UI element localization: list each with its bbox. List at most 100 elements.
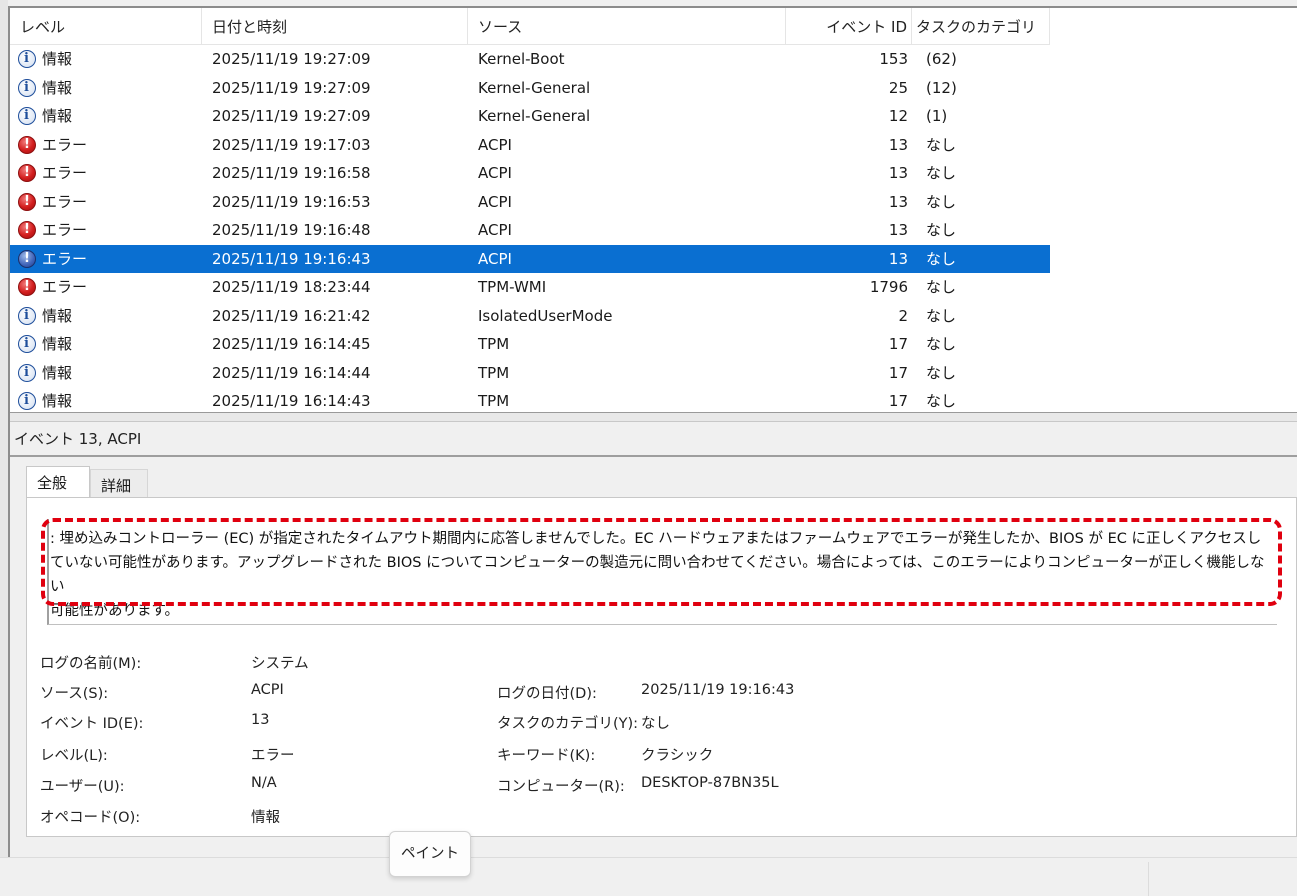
cell-category: なし [926, 335, 957, 353]
cell-level: エラー [42, 221, 88, 239]
cell-source: Kernel-General [478, 107, 591, 125]
cell-level: 情報 [42, 363, 73, 382]
tab-details[interactable]: 詳細 [90, 469, 148, 499]
column-header-event-id[interactable]: イベント ID [786, 8, 912, 44]
event-detail-title: イベント 13, ACPI [14, 430, 142, 448]
cell-datetime: 2025/11/19 19:27:09 [212, 107, 371, 125]
cell-category: なし [926, 192, 957, 211]
cell-datetime: 2025/11/19 18:23:44 [212, 278, 371, 296]
status-bar [0, 857, 1297, 896]
info-icon [18, 78, 36, 97]
error-icon [18, 249, 36, 268]
status-bar-divider [1148, 862, 1149, 896]
cell-category: (62) [926, 50, 957, 68]
info-icon [18, 50, 36, 68]
table-row[interactable]: 情報 2025/11/19 19:27:09 Kernel-General 25 (12… [10, 74, 1050, 103]
table-row[interactable]: エラー 2025/11/19 18:23:44 TPM-WMI 1796 なし [10, 273, 1050, 302]
user-label: ユーザー(U): [40, 779, 125, 795]
cell-datetime: 2025/11/19 19:17:03 [212, 135, 371, 154]
cell-id: 17 [888, 335, 908, 353]
cell-level: エラー [42, 164, 88, 182]
user-value: N/A [251, 775, 277, 791]
cell-source: Kernel-General [478, 78, 591, 97]
table-row[interactable]: エラー 2025/11/19 19:16:43 ACPI 13 なし [10, 244, 1050, 273]
task-category-value: なし [641, 716, 670, 732]
cell-id: 17 [888, 363, 908, 382]
cell-category: なし [926, 135, 957, 154]
cell-level: エラー [42, 278, 88, 296]
window-frame-left [0, 0, 10, 860]
error-icon [18, 221, 36, 239]
cell-level: エラー [42, 192, 88, 211]
event-id-label: イベント ID(E): [40, 716, 144, 732]
source-label: ソース(S): [40, 686, 109, 702]
cell-category: なし [926, 363, 957, 382]
cell-id: 13 [888, 164, 908, 182]
cell-category: なし [926, 221, 957, 239]
computer-value: DESKTOP-87BN35L [641, 775, 779, 791]
tab-general[interactable]: 全般 [26, 466, 90, 498]
cell-datetime: 2025/11/19 19:27:09 [212, 78, 371, 97]
cell-source: TPM-WMI [478, 278, 547, 296]
opcode-label: オペコード(O): [40, 810, 141, 826]
info-icon [18, 392, 36, 410]
column-header-level[interactable]: レベル [10, 8, 202, 44]
table-row[interactable]: エラー 2025/11/19 19:16:58 ACPI 13 なし [10, 159, 1050, 188]
description-line: : 埋め込みコントローラー (EC) が指定されたタイムアウト期間内に応答しませ… [50, 531, 1262, 547]
table-row[interactable]: 情報 2025/11/19 16:21:42 IsolatedUserMode 2 なし [10, 302, 1050, 331]
window-frame-top [8, 0, 1297, 8]
cell-category: なし [926, 249, 957, 268]
table-row[interactable]: エラー 2025/11/19 19:16:48 ACPI 13 なし [10, 216, 1050, 245]
table-row[interactable]: エラー 2025/11/19 19:16:53 ACPI 13 なし [10, 188, 1050, 217]
cell-source: ACPI [478, 221, 512, 239]
cell-id: 13 [888, 192, 908, 211]
cell-datetime: 2025/11/19 16:14:45 [212, 335, 371, 353]
column-header-source[interactable]: ソース [468, 8, 786, 44]
pane-splitter[interactable] [10, 412, 1297, 422]
cell-id: 1796 [869, 278, 908, 296]
log-name-value: システム [251, 656, 309, 672]
error-icon [18, 278, 36, 296]
table-row[interactable]: 情報 2025/11/19 19:27:09 Kernel-Boot 153 (62) [10, 45, 1050, 74]
cell-category: (12) [926, 78, 957, 97]
cell-id: 13 [888, 221, 908, 239]
table-row[interactable]: 情報 2025/11/19 19:27:09 Kernel-General 12 (1) [10, 102, 1050, 131]
cell-id: 13 [888, 249, 908, 268]
table-row[interactable]: 情報 2025/11/19 16:14:43 TPM 17 なし [10, 387, 1050, 412]
table-row[interactable]: 情報 2025/11/19 16:14:45 TPM 17 なし [10, 330, 1050, 359]
cell-datetime: 2025/11/19 19:16:43 [212, 249, 371, 268]
cell-id: 17 [888, 392, 908, 410]
error-icon [18, 164, 36, 182]
error-icon [18, 135, 36, 154]
cell-source: ACPI [478, 135, 512, 154]
cell-id: 2 [898, 306, 908, 325]
cell-level: 情報 [42, 392, 73, 410]
cell-level: 情報 [42, 78, 73, 97]
cell-category: なし [926, 306, 957, 325]
cell-level: エラー [42, 249, 88, 268]
event-id-value: 13 [251, 712, 270, 728]
cell-datetime: 2025/11/19 16:21:42 [212, 306, 371, 325]
info-icon [18, 335, 36, 353]
cell-datetime: 2025/11/19 19:16:53 [212, 192, 371, 211]
info-icon [18, 363, 36, 382]
table-row[interactable]: 情報 2025/11/19 16:14:44 TPM 17 なし [10, 359, 1050, 388]
cell-level: 情報 [42, 306, 73, 325]
event-list-header: レベル 日付と時刻 ソース イベント ID タスクのカテゴリ [10, 8, 1050, 45]
cell-source: TPM [478, 363, 510, 382]
info-icon [18, 306, 36, 325]
column-header-task-category[interactable]: タスクのカテゴリ [912, 8, 1050, 44]
event-description: : 埋め込みコントローラー (EC) が指定されたタイムアウト期間内に応答しませ… [50, 527, 1278, 623]
cell-level: 情報 [42, 50, 73, 68]
log-name-label: ログの名前(M): [40, 656, 142, 672]
source-value: ACPI [251, 682, 284, 698]
cell-datetime: 2025/11/19 16:14:43 [212, 392, 371, 410]
event-list[interactable]: レベル 日付と時刻 ソース イベント ID タスクのカテゴリ 情報 2025/11… [10, 8, 1297, 412]
logged-label: ログの日付(D): [497, 686, 597, 702]
cell-category: なし [926, 392, 957, 410]
task-category-label: タスクのカテゴリ(Y): [497, 716, 639, 732]
table-row[interactable]: エラー 2025/11/19 19:17:03 ACPI 13 なし [10, 131, 1050, 160]
column-header-datetime[interactable]: 日付と時刻 [202, 8, 468, 44]
detail-separator [10, 455, 1297, 457]
cell-source: ACPI [478, 192, 512, 211]
